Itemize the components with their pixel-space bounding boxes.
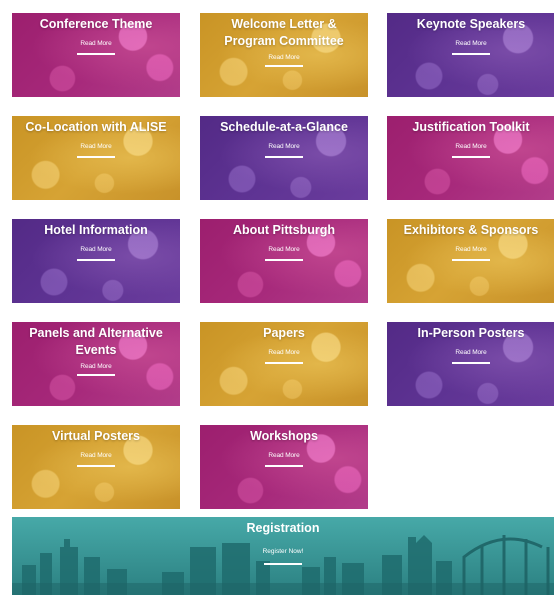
tile-title: Keynote Speakers xyxy=(416,17,526,31)
tile-title: Papers xyxy=(263,326,305,340)
registration-banner[interactable]: Registration Register Now! xyxy=(12,517,554,595)
link-underline xyxy=(452,259,490,261)
registration-title: Registration xyxy=(246,521,320,535)
tile-virtual-posters[interactable]: Virtual Posters Read More xyxy=(12,425,180,509)
link-underline xyxy=(77,465,115,467)
tile-schedule[interactable]: Schedule-at-a-Glance Read More xyxy=(200,116,368,200)
link-underline xyxy=(265,362,303,364)
link-underline xyxy=(77,156,115,158)
link-underline xyxy=(77,374,115,376)
link-underline xyxy=(77,53,115,55)
link-underline xyxy=(452,53,490,55)
tile-hotel-information[interactable]: Hotel Information Read More xyxy=(12,219,180,303)
tile-papers[interactable]: Papers Read More xyxy=(200,322,368,406)
register-now-link[interactable]: Register Now! xyxy=(12,548,554,555)
tile-title: Panels and Alternative Events xyxy=(29,326,163,357)
tile-title: Justification Toolkit xyxy=(412,120,530,134)
read-more-link[interactable]: Read More xyxy=(80,452,111,459)
tile-title: About Pittsburgh xyxy=(232,223,336,237)
tile-title: Exhibitors & Sponsors xyxy=(403,223,539,237)
link-underline xyxy=(265,156,303,158)
tile-title: In-Person Posters xyxy=(417,326,525,340)
tile-justification-toolkit[interactable]: Justification Toolkit Read More xyxy=(387,116,554,200)
tile-about-pittsburgh[interactable]: About Pittsburgh Read More xyxy=(200,219,368,303)
read-more-link[interactable]: Read More xyxy=(268,143,299,150)
tile-title: Conference Theme xyxy=(39,17,153,31)
link-underline xyxy=(265,259,303,261)
link-underline xyxy=(452,362,490,364)
tile-title: Co-Location with ALISE xyxy=(25,120,167,134)
read-more-link[interactable]: Read More xyxy=(268,246,299,253)
tile-welcome-letter[interactable]: Welcome Letter & Program Committee Read … xyxy=(200,13,368,97)
read-more-link[interactable]: Read More xyxy=(455,143,486,150)
read-more-link[interactable]: Read More xyxy=(455,349,486,356)
link-underline xyxy=(77,259,115,261)
read-more-link[interactable]: Read More xyxy=(80,143,111,150)
read-more-link[interactable]: Read More xyxy=(80,363,111,370)
tile-title: Hotel Information xyxy=(44,223,148,237)
tile-exhibitors-sponsors[interactable]: Exhibitors & Sponsors Read More xyxy=(387,219,554,303)
tile-title: Schedule-at-a-Glance xyxy=(220,120,348,134)
link-underline xyxy=(452,156,490,158)
tile-title: Virtual Posters xyxy=(51,429,140,443)
read-more-link[interactable]: Read More xyxy=(80,246,111,253)
read-more-link[interactable]: Read More xyxy=(268,349,299,356)
tile-conference-theme[interactable]: Conference Theme Read More xyxy=(12,13,180,97)
tile-workshops[interactable]: Workshops Read More xyxy=(200,425,368,509)
link-underline xyxy=(265,465,303,467)
read-more-link[interactable]: Read More xyxy=(268,54,299,61)
tile-panels-events[interactable]: Panels and Alternative Events Read More xyxy=(12,322,180,406)
tile-in-person-posters[interactable]: In-Person Posters Read More xyxy=(387,322,554,406)
read-more-link[interactable]: Read More xyxy=(268,452,299,459)
tile-keynote-speakers[interactable]: Keynote Speakers Read More xyxy=(387,13,554,97)
link-underline xyxy=(264,563,302,565)
read-more-link[interactable]: Read More xyxy=(455,246,486,253)
tile-title: Welcome Letter & Program Committee xyxy=(224,17,344,48)
read-more-link[interactable]: Read More xyxy=(80,40,111,47)
link-underline xyxy=(265,65,303,67)
tile-title: Workshops xyxy=(250,429,318,443)
read-more-link[interactable]: Read More xyxy=(455,40,486,47)
tile-co-location[interactable]: Co-Location with ALISE Read More xyxy=(12,116,180,200)
